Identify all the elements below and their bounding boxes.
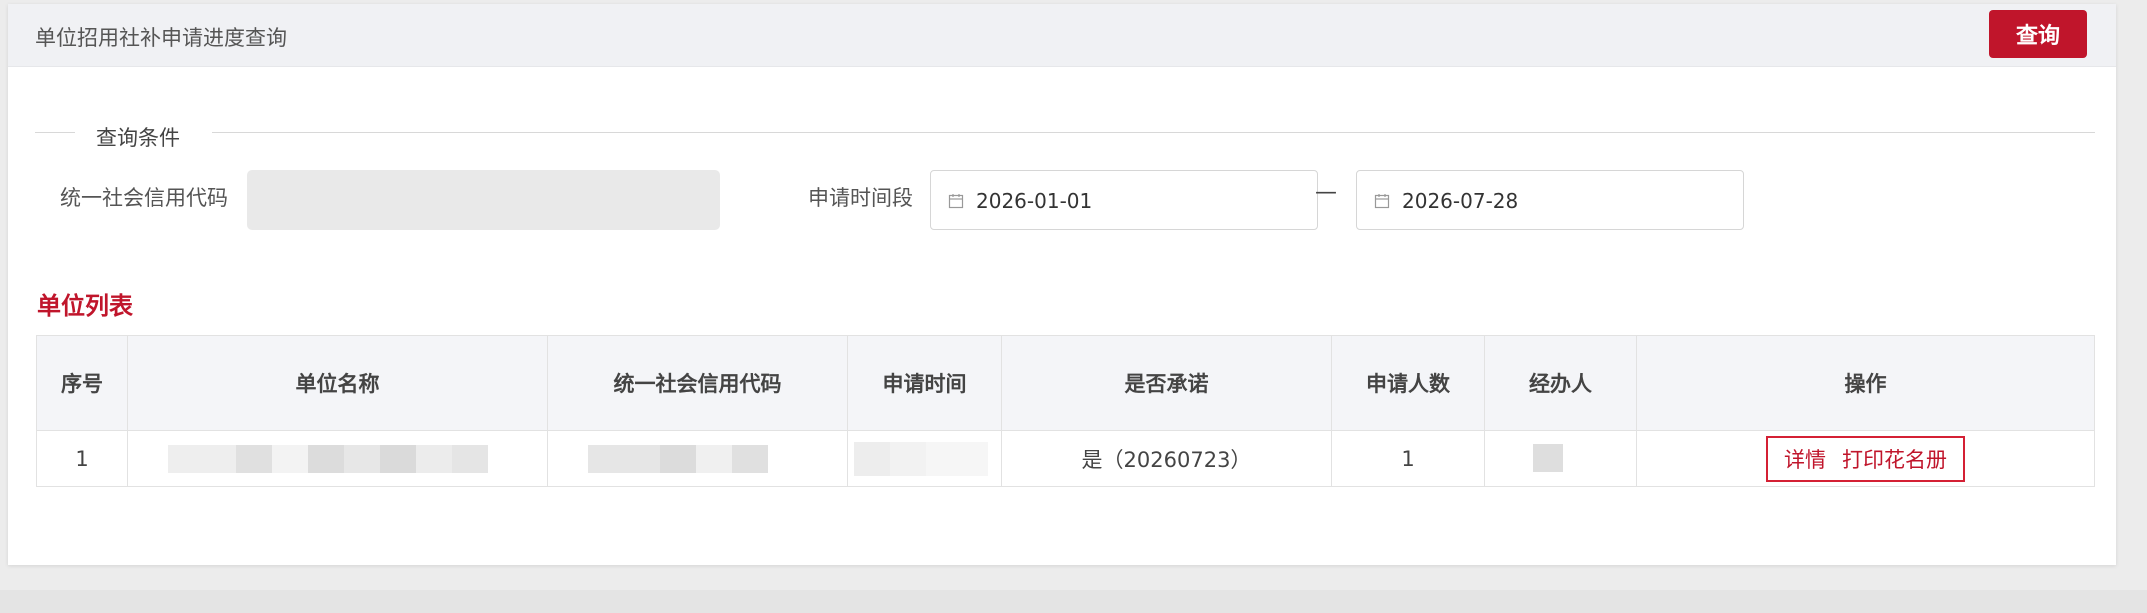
cell-unit-name — [128, 430, 548, 487]
cell-credit-code — [548, 430, 848, 487]
actions-box: 详情 打印花名册 — [1766, 435, 1965, 482]
page-header: 单位招用社补申请进度查询 查询 — [8, 4, 2116, 67]
cell-actions: 详情 打印花名册 — [1637, 430, 2094, 487]
details-link[interactable]: 详情 — [1784, 444, 1826, 474]
table-row: 1 是（20260723） 1 详情 打印花名册 — [37, 430, 2094, 487]
start-date-value: 2026-01-01 — [976, 189, 1093, 213]
credit-code-label: 统一社会信用代码 — [60, 186, 228, 210]
query-button[interactable]: 查询 — [1989, 10, 2087, 58]
print-roster-link[interactable]: 打印花名册 — [1842, 444, 1947, 474]
end-date-input[interactable]: 2026-07-28 — [1356, 170, 1744, 230]
cell-applicant-count: 1 — [1332, 430, 1485, 487]
column-header-index: 序号 — [37, 336, 128, 430]
start-date-input[interactable]: 2026-01-01 — [930, 170, 1318, 230]
cell-handler — [1485, 430, 1637, 487]
column-header-promised: 是否承诺 — [1002, 336, 1332, 430]
column-header-apply-time: 申请时间 — [848, 336, 1002, 430]
unit-list-title: 单位列表 — [37, 292, 133, 320]
page-title: 单位招用社补申请进度查询 — [35, 26, 287, 50]
cell-index: 1 — [37, 430, 128, 487]
calendar-icon — [948, 194, 964, 209]
column-header-applicant-count: 申请人数 — [1332, 336, 1485, 430]
query-conditions-legend: 查询条件 — [96, 126, 180, 150]
date-separator: — — [1315, 180, 1337, 205]
cell-promised: 是（20260723） — [1002, 430, 1332, 487]
legend-divider-right — [212, 132, 2095, 133]
date-range-label: 申请时间段 — [808, 186, 913, 210]
bottom-scroll-area — [0, 590, 2147, 613]
cell-apply-time — [848, 430, 1002, 487]
legend-divider-left — [35, 132, 75, 133]
column-header-handler: 经办人 — [1485, 336, 1637, 430]
calendar-icon — [1374, 194, 1390, 209]
query-panel: 单位招用社补申请进度查询 查询 查询条件 统一社会信用代码 申请时间段 2026… — [8, 4, 2116, 565]
table-header: 序号 单位名称 统一社会信用代码 申请时间 是否承诺 申请人数 经办人 操作 — [37, 336, 2094, 431]
column-header-actions: 操作 — [1844, 372, 1887, 396]
unit-table: 序号 单位名称 统一社会信用代码 申请时间 是否承诺 申请人数 经办人 操作 1 — [36, 335, 2095, 487]
end-date-value: 2026-07-28 — [1402, 189, 1519, 213]
column-header-credit-code: 统一社会信用代码 — [548, 336, 848, 430]
credit-code-input[interactable] — [247, 170, 720, 230]
column-header-unit-name: 单位名称 — [128, 336, 548, 430]
